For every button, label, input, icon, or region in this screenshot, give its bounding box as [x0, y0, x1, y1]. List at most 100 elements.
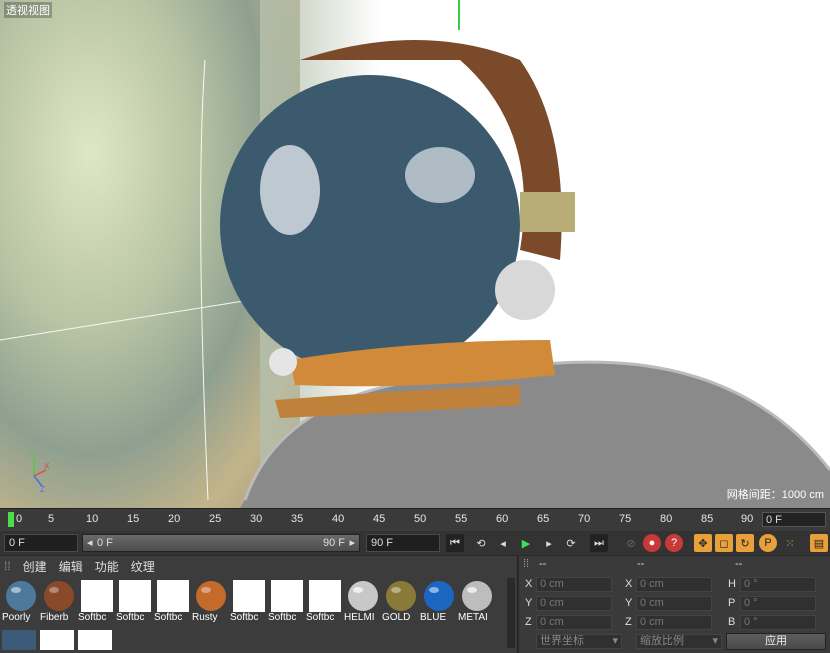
slider-left-value: 0 F — [97, 537, 113, 549]
tick-label: 70 — [578, 513, 591, 525]
material-item[interactable]: Softbc — [78, 578, 116, 624]
material-item[interactable]: Softbc — [230, 578, 268, 624]
material-item[interactable]: BLUE — [420, 578, 458, 624]
slider-right-value: 90 F — [322, 537, 345, 549]
previous-frame-icon[interactable]: ◂ — [494, 534, 512, 552]
material-label: Fiberb — [40, 612, 69, 623]
material-item[interactable]: Softbc — [268, 578, 306, 624]
rotate-key-icon[interactable]: ↻ — [736, 534, 754, 552]
visor-highlight — [260, 145, 320, 235]
play-icon[interactable]: ▶ — [517, 534, 535, 552]
point-level-icon[interactable]: ⁙ — [781, 534, 799, 552]
size-y-field[interactable]: 0 cm — [636, 596, 712, 611]
record-lock-icon[interactable]: ⊘ — [622, 534, 640, 552]
material-label: HELMI — [344, 612, 375, 623]
material-item[interactable]: Fiberb — [40, 578, 78, 624]
end-frame-field[interactable]: 90 F — [366, 534, 440, 552]
start-frame-field[interactable]: 0 F — [4, 534, 78, 552]
tick-label: 20 — [168, 513, 181, 525]
helmet-visor — [220, 75, 520, 375]
apply-button[interactable]: 应用 — [726, 633, 826, 650]
pos-z-label: Z — [525, 616, 532, 628]
tick-label: 15 — [127, 513, 140, 525]
material-item[interactable] — [40, 630, 74, 650]
parameter-key-icon[interactable]: P — [759, 534, 777, 552]
move-key-icon[interactable]: ✥ — [694, 534, 712, 552]
material-item[interactable]: Poorly — [2, 578, 40, 624]
material-label: Softbc — [230, 612, 259, 623]
autokey-icon[interactable]: ? — [665, 534, 683, 552]
scale-mode-dropdown[interactable]: 缩放比例 ▾ — [636, 634, 722, 649]
material-label: Softbc — [268, 612, 297, 623]
size-x-field[interactable]: 0 cm — [636, 577, 712, 592]
next-key-icon[interactable]: ⟳ — [562, 534, 580, 552]
viewport-title[interactable]: 透视视图 — [4, 2, 52, 18]
material-label: METAI — [458, 612, 488, 623]
timeline-ruler[interactable]: 0 5 10 15 20 25 30 35 40 45 50 55 60 65 … — [0, 508, 830, 532]
material-label: Rusty — [192, 612, 218, 623]
rot-p-field[interactable]: 0 ° — [740, 596, 816, 611]
material-item[interactable]: Softbc — [116, 578, 154, 624]
tick-label: 35 — [291, 513, 304, 525]
material-label: Softbc — [306, 612, 335, 623]
axis-gizmo-icon: Y X Z — [30, 452, 50, 492]
material-manager: ⁞⁞ 创建 编辑 功能 纹理 Poorly Fiberb Softbc Soft… — [0, 556, 518, 653]
rot-h-field[interactable]: 0 ° — [740, 577, 816, 592]
slider-arrow-right-icon[interactable]: ▸ — [349, 535, 355, 551]
tick-label: 0 — [16, 513, 23, 525]
slider-arrow-left-icon[interactable]: ◂ — [87, 535, 93, 551]
panel-grip-icon[interactable]: ⁞⁞ — [4, 559, 11, 573]
menu-function[interactable]: 功能 — [95, 558, 119, 575]
material-item[interactable]: METAI — [458, 578, 496, 624]
scale-mode-value: 缩放比例 — [640, 635, 684, 647]
pos-y-field[interactable]: 0 cm — [536, 596, 612, 611]
material-label: Softbc — [116, 612, 145, 623]
chevron-down-icon: ▾ — [612, 635, 618, 647]
menu-edit[interactable]: 编辑 — [59, 558, 83, 575]
tick-label: 75 — [619, 513, 632, 525]
material-item[interactable]: HELMI — [344, 578, 382, 624]
current-frame-field[interactable]: 0 F — [762, 512, 826, 527]
scene-render — [0, 0, 830, 508]
rot-b-field[interactable]: 0 ° — [740, 615, 816, 630]
tick-label: 45 — [373, 513, 386, 525]
tick-label: 40 — [332, 513, 345, 525]
frame-range-slider[interactable]: ◂ 0 F 90 F ▸ — [82, 534, 360, 552]
go-to-start-icon[interactable]: ⏮ — [446, 534, 464, 552]
tick-label: 30 — [250, 513, 263, 525]
tick-label: 90 — [741, 513, 754, 525]
go-to-end-icon[interactable]: ⏭ — [590, 534, 608, 552]
pos-z-field[interactable]: 0 cm — [536, 615, 612, 630]
material-scrollbar[interactable] — [507, 578, 515, 648]
material-item[interactable]: GOLD — [382, 578, 420, 624]
previous-key-icon[interactable]: ⟲ — [472, 534, 490, 552]
record-keyframe-icon[interactable]: ● — [643, 534, 661, 552]
tick-label: 25 — [209, 513, 222, 525]
rot-h-label: H — [728, 578, 736, 590]
menu-create[interactable]: 创建 — [23, 558, 47, 575]
material-item[interactable] — [78, 630, 112, 650]
panel-grip-icon[interactable]: ⁞⁞ — [523, 558, 529, 570]
material-list-row2 — [2, 630, 112, 650]
size-z-field[interactable]: 0 cm — [636, 615, 712, 630]
position-header: -- — [539, 558, 547, 570]
next-frame-icon[interactable]: ▸ — [540, 534, 558, 552]
menu-texture[interactable]: 纹理 — [131, 558, 155, 575]
material-label: Softbc — [154, 612, 183, 623]
material-item[interactable]: Softbc — [306, 578, 344, 624]
scale-key-icon[interactable]: ◻ — [715, 534, 733, 552]
material-item[interactable]: Rusty — [192, 578, 230, 624]
coordinate-system-dropdown[interactable]: 世界坐标 ▾ — [536, 634, 622, 649]
material-item[interactable]: Softbc — [154, 578, 192, 624]
helmet-hinge — [495, 260, 555, 320]
tick-label: 55 — [455, 513, 468, 525]
svg-text:X: X — [44, 462, 50, 471]
perspective-viewport[interactable]: 透视视图 网格间距：1000 cm Y X Z — [0, 0, 830, 508]
svg-text:Y: Y — [30, 452, 36, 460]
timeline-window-icon[interactable]: ▤ — [810, 534, 828, 552]
material-label: GOLD — [382, 612, 411, 623]
timeline-playhead[interactable] — [8, 512, 14, 527]
pos-x-field[interactable]: 0 cm — [536, 577, 612, 592]
material-item[interactable] — [2, 630, 36, 650]
size-x-label: X — [625, 578, 633, 590]
